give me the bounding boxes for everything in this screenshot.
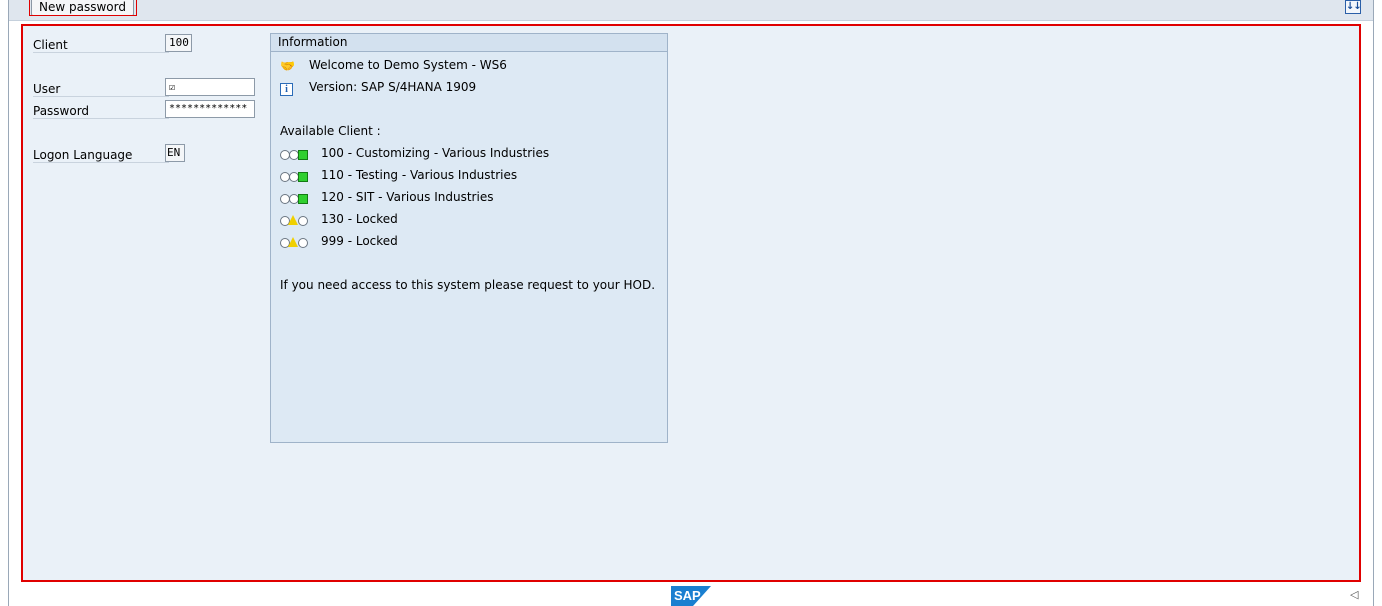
- client-label: Client: [33, 35, 169, 53]
- window-right-border: [1373, 0, 1374, 606]
- sort-icon[interactable]: ↓↓: [1345, 0, 1362, 14]
- information-header: Information: [271, 34, 667, 52]
- client-row-text: 100 - Customizing - Various Industries: [321, 146, 550, 160]
- application-toolbar: New password ↓↓: [9, 0, 1373, 21]
- password-input[interactable]: *************: [165, 100, 255, 118]
- new-password-button[interactable]: New password: [31, 0, 134, 16]
- status-yellow-icon: [280, 212, 310, 228]
- welcome-line: 🤝 Welcome to Demo System - WS6: [280, 57, 507, 73]
- window-left-border: [8, 0, 9, 606]
- client-row-text: 110 - Testing - Various Industries: [321, 168, 518, 182]
- client-row: 120 - SIT - Various Industries: [280, 189, 493, 205]
- language-input[interactable]: EN: [165, 144, 185, 162]
- sap-logo: SAP: [671, 586, 711, 606]
- access-note: If you need access to this system please…: [280, 278, 656, 292]
- collapse-arrow-icon[interactable]: ◁: [1350, 588, 1360, 602]
- password-label: Password: [33, 101, 169, 119]
- status-green-icon: [280, 146, 310, 162]
- version-line: i Version: SAP S/4HANA 1909: [280, 79, 477, 96]
- welcome-text: Welcome to Demo System - WS6: [309, 58, 507, 72]
- client-row: 130 - Locked: [280, 211, 398, 227]
- info-icon: i: [280, 80, 300, 96]
- client-row: 100 - Customizing - Various Industries: [280, 145, 549, 161]
- information-panel: Information 🤝 Welcome to Demo System - WS…: [270, 33, 668, 443]
- client-row: 999 - Locked: [280, 233, 398, 249]
- status-green-icon: [280, 168, 310, 184]
- status-yellow-icon: [280, 234, 310, 250]
- client-row-text: 999 - Locked: [321, 234, 398, 248]
- checkbox-icon: ☑: [169, 82, 176, 93]
- available-client-label: Available Client :: [280, 124, 381, 138]
- client-input[interactable]: 100: [165, 34, 192, 52]
- language-label: Logon Language: [33, 145, 169, 163]
- version-text: Version: SAP S/4HANA 1909: [309, 80, 477, 94]
- client-row: 110 - Testing - Various Industries: [280, 167, 517, 183]
- handshake-icon: 🤝: [280, 58, 295, 73]
- client-row-text: 120 - SIT - Various Industries: [321, 190, 494, 204]
- user-label: User: [33, 79, 169, 97]
- status-green-icon: [280, 190, 310, 206]
- logon-area: Client 100 User ☑ Password *************…: [21, 24, 1361, 582]
- user-input[interactable]: ☑: [165, 78, 255, 96]
- client-row-text: 130 - Locked: [321, 212, 398, 226]
